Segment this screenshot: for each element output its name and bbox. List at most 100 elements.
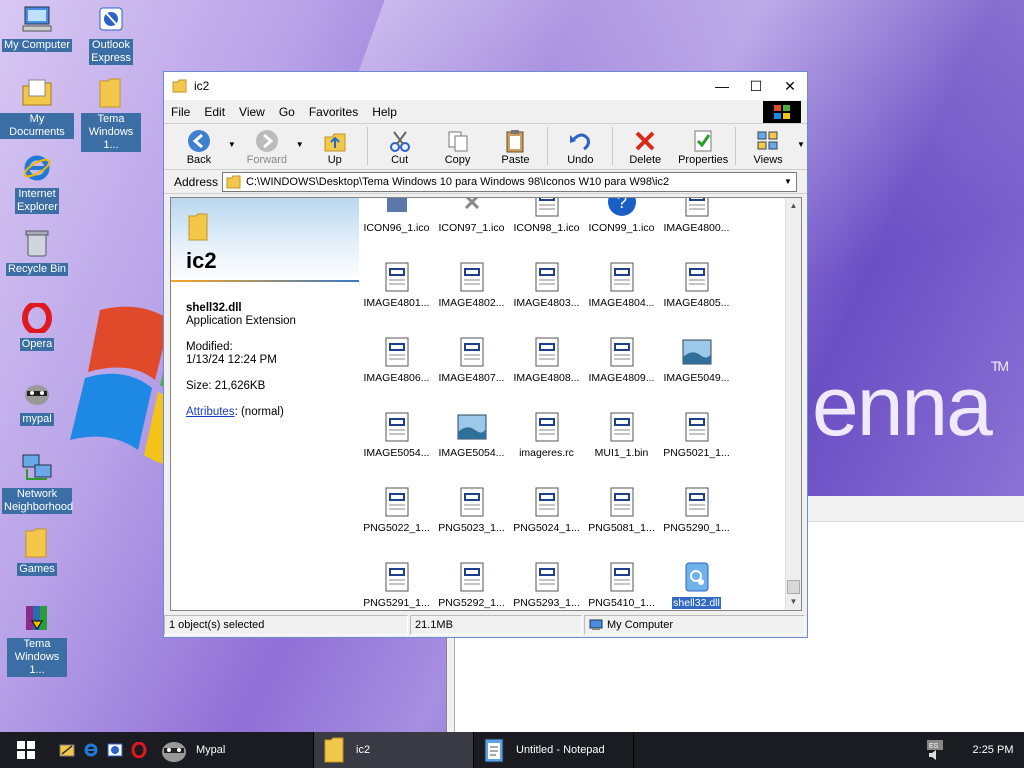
file-item[interactable]: IMAGE4806... xyxy=(359,336,434,384)
document-file-icon xyxy=(381,561,413,593)
menu-go[interactable]: Go xyxy=(272,105,302,119)
outlook-express-icon[interactable] xyxy=(106,741,124,759)
file-name: PNG5292_1... xyxy=(438,597,505,609)
minimize-button[interactable]: — xyxy=(705,72,739,100)
address-field[interactable]: C:\WINDOWS\Desktop\Tema Windows 10 para … xyxy=(222,171,797,192)
forward-button[interactable]: Forward xyxy=(238,128,296,169)
file-item[interactable]: IMAGE5054... xyxy=(434,411,509,459)
taskbar-task-notepad[interactable]: Untitled - Notepad xyxy=(474,732,634,768)
folder-content-area[interactable]: ic2 shell32.dll Application Extension Mo… xyxy=(170,197,802,611)
file-item[interactable]: PNG5022_1... xyxy=(359,486,434,534)
back-dropdown-arrow[interactable]: ▼ xyxy=(228,140,238,169)
file-item[interactable]: PNG5291_1... xyxy=(359,561,434,609)
taskbar-task-mypal[interactable]: Mypal xyxy=(154,732,314,768)
menu-edit[interactable]: Edit xyxy=(197,105,232,119)
file-item[interactable]: IMAGE4801... xyxy=(359,261,434,309)
file-item[interactable]: IMAGE4807... xyxy=(434,336,509,384)
desktop-icon-mypal[interactable]: mypal xyxy=(0,376,74,426)
file-item[interactable]: IMAGE4808... xyxy=(509,336,584,384)
file-item[interactable]: IMAGE4800... xyxy=(659,198,734,234)
desktop-icon-internet-explorer[interactable]: Internet Explorer xyxy=(0,151,74,214)
attributes-link[interactable]: Attributes xyxy=(186,406,235,418)
file-item[interactable]: PNG5292_1... xyxy=(434,561,509,609)
undo-button[interactable]: Undo xyxy=(551,128,609,169)
info-pane-header: ic2 xyxy=(171,198,359,282)
desktop-icon-opera[interactable]: Opera xyxy=(0,301,74,351)
address-bar: Address C:\WINDOWS\Desktop\Tema Windows … xyxy=(164,170,807,194)
close-button[interactable]: ✕ xyxy=(773,72,807,100)
file-item[interactable]: imageres.rc xyxy=(509,411,584,459)
menu-view[interactable]: View xyxy=(232,105,272,119)
delete-button[interactable]: Delete xyxy=(616,128,674,169)
menu-favorites[interactable]: Favorites xyxy=(302,105,365,119)
file-item[interactable]: IMAGE5054... xyxy=(359,411,434,459)
file-item[interactable]: PNG5293_1... xyxy=(509,561,584,609)
file-item[interactable]: PNG5021_1... xyxy=(659,411,734,459)
file-item[interactable]: ICON98_1.ico xyxy=(509,198,584,234)
file-item[interactable]: PNG5024_1... xyxy=(509,486,584,534)
back-button[interactable]: Back xyxy=(170,128,228,169)
file-item[interactable]: ? ICON99_1.ico xyxy=(584,197,659,234)
file-item[interactable]: PNG5023_1... xyxy=(434,486,509,534)
taskbar-clock[interactable]: 2:25 PM xyxy=(962,744,1024,756)
address-dropdown-arrow[interactable]: ▼ xyxy=(780,177,796,186)
vertical-scrollbar[interactable]: ▲ ▼ xyxy=(785,198,801,610)
file-item[interactable]: ICON97_1.ico xyxy=(434,198,509,234)
file-item[interactable]: ICON96_1.ico xyxy=(359,198,434,234)
desktop-icon-games[interactable]: Games xyxy=(0,526,74,576)
desktop-icon-recycle-bin[interactable]: Recycle Bin xyxy=(0,226,74,276)
taskbar-task-ic2[interactable]: ic2 xyxy=(314,732,474,768)
dll-file-icon xyxy=(681,561,713,593)
views-dropdown-arrow[interactable]: ▼ xyxy=(797,140,807,169)
tray-icons[interactable]: ES xyxy=(924,740,946,760)
cut-button[interactable]: Cut xyxy=(371,128,429,169)
file-item[interactable]: IMAGE4802... xyxy=(434,261,509,309)
desktop-icon-tema-folder[interactable]: Tema Windows 1... xyxy=(74,76,148,152)
address-path: C:\WINDOWS\Desktop\Tema Windows 10 para … xyxy=(246,175,670,188)
menu-help[interactable]: Help xyxy=(365,105,404,119)
file-item[interactable]: PNG5410_1... xyxy=(584,561,659,609)
show-desktop-icon[interactable] xyxy=(58,741,76,759)
views-button[interactable]: Views xyxy=(739,128,797,169)
document-file-icon xyxy=(456,261,488,293)
maximize-button[interactable]: ☐ xyxy=(739,72,773,100)
status-bar: 1 object(s) selected 21.1MB My Computer xyxy=(164,615,807,635)
svg-text:?: ? xyxy=(617,197,627,212)
copy-button[interactable]: Copy xyxy=(429,128,487,169)
desktop-icon-network-neighborhood[interactable]: Network Neighborhood xyxy=(0,451,74,514)
file-item[interactable]: IMAGE4803... xyxy=(509,261,584,309)
desktop-icon-my-computer[interactable]: My Computer xyxy=(0,2,74,52)
winrar-archive-icon xyxy=(20,601,54,635)
file-item[interactable]: MUI1_1.bin xyxy=(584,411,659,459)
forward-dropdown-arrow[interactable]: ▼ xyxy=(296,140,306,169)
info-pane-divider xyxy=(171,280,359,282)
explorer-window[interactable]: ic2 — ☐ ✕ File Edit View Go Favorites He… xyxy=(163,71,808,638)
scroll-up-arrow[interactable]: ▲ xyxy=(786,198,801,214)
file-item[interactable]: shell32.dll xyxy=(659,561,734,610)
file-item[interactable]: PNG5290_1... xyxy=(659,486,734,534)
paste-button[interactable]: Paste xyxy=(487,128,545,169)
properties-button[interactable]: Properties xyxy=(674,128,732,169)
desktop-icon-tema-archive[interactable]: Tema Windows 1... xyxy=(0,601,74,677)
file-item[interactable]: IMAGE4809... xyxy=(584,336,659,384)
quick-launch xyxy=(52,741,154,759)
file-item[interactable]: IMAGE4805... xyxy=(659,261,734,309)
menu-file[interactable]: File xyxy=(164,105,197,119)
internet-explorer-icon[interactable] xyxy=(82,741,100,759)
file-item[interactable]: PNG5081_1... xyxy=(584,486,659,534)
title-bar[interactable]: ic2 — ☐ ✕ xyxy=(164,72,807,100)
desktop-icon-outlook-express[interactable]: Outlook Express xyxy=(74,2,148,65)
file-item[interactable]: IMAGE4804... xyxy=(584,261,659,309)
file-name: IMAGE4809... xyxy=(588,372,655,384)
status-size: 21.1MB xyxy=(410,615,582,635)
document-file-icon xyxy=(531,198,563,218)
file-item[interactable]: IMAGE5049... xyxy=(659,336,734,384)
scroll-thumb[interactable] xyxy=(787,580,800,594)
scroll-down-arrow[interactable]: ▼ xyxy=(786,594,801,610)
up-button[interactable]: Up xyxy=(306,128,364,169)
start-button[interactable] xyxy=(0,732,52,768)
document-file-icon xyxy=(456,336,488,368)
file-name: PNG5410_1... xyxy=(588,597,655,609)
opera-icon[interactable] xyxy=(130,741,148,759)
desktop-icon-my-documents[interactable]: My Documents xyxy=(0,76,74,139)
